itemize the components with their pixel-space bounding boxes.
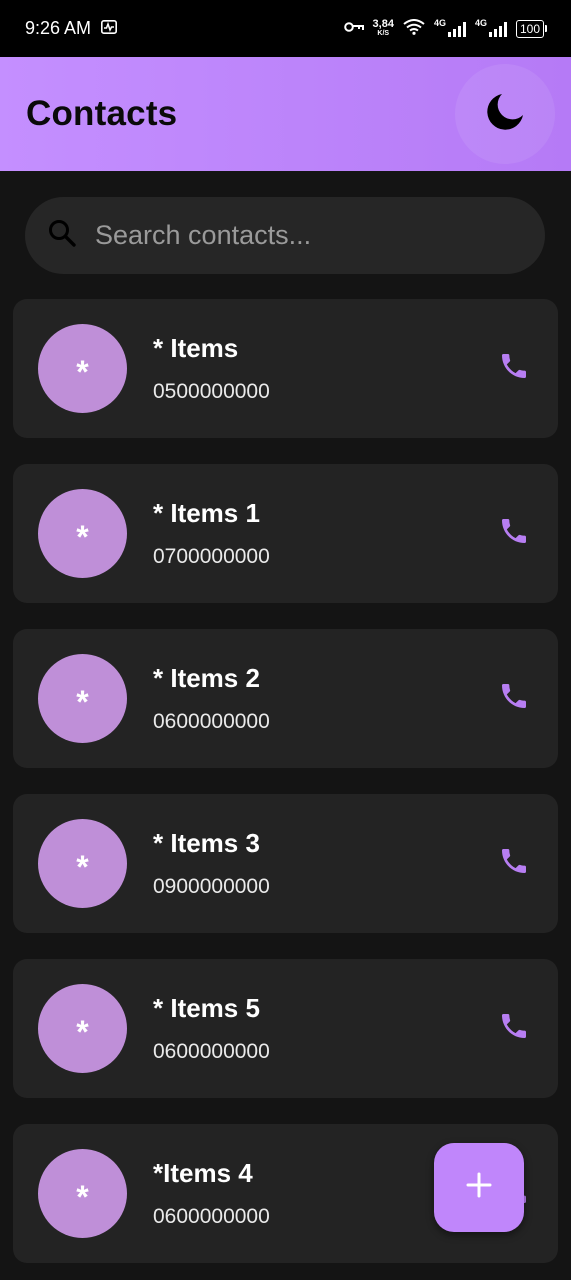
avatar: *	[38, 489, 127, 578]
search-bar	[25, 197, 545, 274]
contact-name: * Items 2	[153, 663, 260, 693]
phone-icon	[498, 515, 530, 552]
network-speed-unit: K/S	[377, 29, 390, 37]
sim1-signal-icon: 4G	[433, 17, 466, 37]
contact-phone: 0600000000	[153, 1040, 270, 1063]
contact-phone: 0600000000	[153, 710, 270, 733]
status-left: 9:26 AM	[25, 18, 118, 39]
contact-list: * * Items 0500000000 * * Items 1 0700000…	[13, 299, 558, 1280]
contact-card[interactable]: * * Items 1 0700000000	[13, 464, 558, 603]
contact-info: *Items 4 0600000000	[153, 1158, 270, 1229]
sim2-network-type: 4G	[474, 17, 487, 28]
contact-name: *Items 4	[153, 1158, 253, 1188]
app-bar: Contacts	[0, 57, 571, 171]
vpn-key-icon	[343, 21, 364, 36]
moon-icon	[485, 92, 525, 137]
search-input[interactable]	[95, 220, 495, 251]
call-button[interactable]	[497, 682, 531, 716]
contact-card[interactable]: * * Items 5 0600000000	[13, 959, 558, 1098]
contact-card[interactable]: * * Items 0500000000	[13, 299, 558, 438]
contact-name: * Items 1	[153, 498, 260, 528]
contact-name: * Items 3	[153, 828, 260, 858]
call-button[interactable]	[497, 517, 531, 551]
wifi-icon	[403, 19, 425, 38]
search-icon	[47, 218, 77, 253]
phone-icon	[498, 680, 530, 717]
add-contact-button[interactable]	[434, 1143, 524, 1232]
activity-icon	[101, 18, 118, 39]
contact-phone: 0600000000	[153, 1205, 270, 1228]
network-speed: 3,84 K/S	[372, 17, 394, 39]
status-right: 3,84 K/S 4G 4G 100	[343, 17, 547, 39]
avatar: *	[38, 984, 127, 1073]
contact-name: * Items	[153, 333, 239, 363]
theme-toggle-button[interactable]	[455, 64, 555, 164]
contact-phone: 0900000000	[153, 875, 270, 898]
contact-phone: 0500000000	[153, 380, 270, 403]
contact-phone: 0700000000	[153, 545, 270, 568]
battery-icon: 100	[515, 19, 547, 38]
contacts-screen: 9:26 AM 3,84 K/S 4G 4G 100 Contacts Sear…	[0, 0, 571, 1280]
plus-icon	[466, 1172, 492, 1203]
avatar: *	[38, 819, 127, 908]
contact-info: * Items 5 0600000000	[153, 993, 270, 1064]
phone-icon	[498, 1010, 530, 1047]
contact-card[interactable]: * * Items 3 0900000000	[13, 794, 558, 933]
call-button[interactable]	[497, 1012, 531, 1046]
contact-info: * Items 3 0900000000	[153, 828, 270, 899]
contact-info: * Items 1 0700000000	[153, 498, 270, 569]
avatar: *	[38, 324, 127, 413]
network-speed-value: 3,84	[372, 17, 394, 30]
battery-level: 100	[515, 19, 544, 38]
page-title: Contacts	[26, 94, 178, 133]
call-button[interactable]	[497, 847, 531, 881]
status-time: 9:26 AM	[25, 18, 92, 38]
contact-info: * Items 2 0600000000	[153, 663, 270, 734]
contact-name: * Items 5	[153, 993, 260, 1023]
contact-info: * Items 0500000000	[153, 333, 270, 404]
status-bar: 9:26 AM 3,84 K/S 4G 4G 100	[0, 0, 571, 57]
phone-icon	[498, 350, 530, 387]
contact-card[interactable]: * * Items 2 0600000000	[13, 629, 558, 768]
call-button[interactable]	[497, 352, 531, 386]
sim1-network-type: 4G	[433, 17, 446, 28]
sim2-signal-icon: 4G	[474, 17, 507, 37]
avatar: *	[38, 654, 127, 743]
avatar: *	[38, 1149, 127, 1238]
phone-icon	[498, 845, 530, 882]
